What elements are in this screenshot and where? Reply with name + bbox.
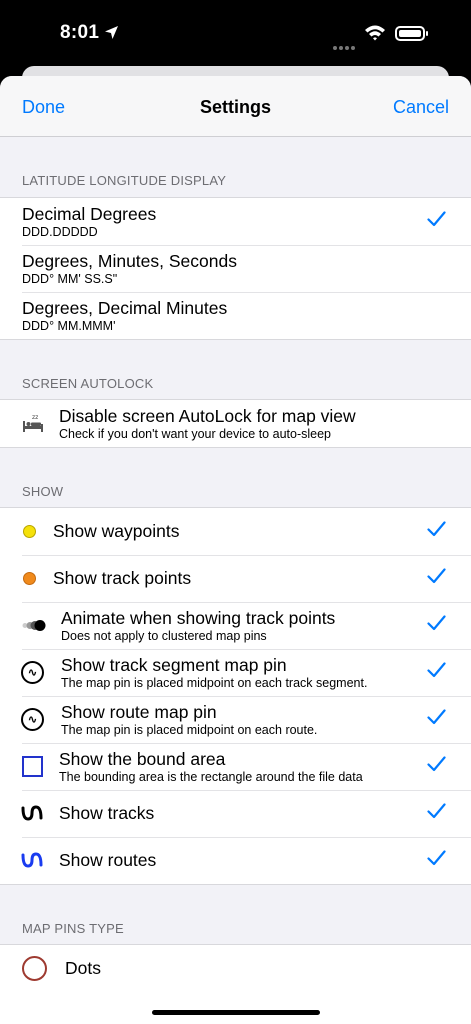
- option-degrees-decimal-minutes[interactable]: Degrees, Decimal Minutes DDD° MM.MMM': [0, 292, 471, 339]
- show-group: Show waypoints Show track points Animate…: [0, 507, 471, 885]
- row-title: Show tracks: [59, 803, 155, 823]
- row-title: Show waypoints: [53, 521, 180, 541]
- route-pin-icon: ∿: [21, 708, 44, 731]
- autolock-title: Disable screen AutoLock for map view: [59, 406, 356, 426]
- status-time: 8:01: [60, 22, 100, 43]
- checkmark-icon: [427, 521, 446, 542]
- bound-area-row[interactable]: Show the bound area The bounding area is…: [0, 743, 471, 790]
- checkmark-icon: [427, 850, 446, 871]
- row-title: Show routes: [59, 850, 157, 870]
- row-subtitle: The map pin is placed midpoint on each t…: [61, 676, 368, 690]
- autolock-subtitle: Check if you don't want your device to a…: [59, 427, 331, 441]
- section-header-autolock: SCREEN AUTOLOCK: [22, 376, 154, 391]
- row-subtitle: The map pin is placed midpoint on each r…: [61, 723, 318, 737]
- row-subtitle: The bounding area is the rectangle aroun…: [59, 770, 363, 784]
- row-text: Show route map pin The map pin is placed…: [0, 702, 317, 737]
- pin-type-dots-row[interactable]: Dots: [0, 945, 471, 992]
- section-header-show: SHOW: [22, 484, 64, 499]
- checkmark-icon: [427, 615, 446, 636]
- location-arrow-icon: [104, 25, 119, 45]
- battery-icon: [395, 26, 428, 41]
- option-decimal-degrees[interactable]: Decimal Degrees DDD.DDDDD: [0, 198, 471, 245]
- row-text: Show track segment map pin The map pin i…: [0, 655, 367, 690]
- bed-sleep-icon: zz: [22, 413, 44, 433]
- autolock-text: Disable screen AutoLock for map view Che…: [0, 406, 356, 441]
- latlon-group: Decimal Degrees DDD.DDDDD Degrees, Minut…: [0, 197, 471, 340]
- track-segment-pin-row[interactable]: ∿ Show track segment map pin The map pin…: [0, 649, 471, 696]
- checkmark-icon: [427, 568, 446, 589]
- show-track-points-row[interactable]: Show track points: [0, 555, 471, 602]
- bound-square-icon: [22, 756, 43, 777]
- row-text: Animate when showing track points Does n…: [0, 608, 335, 643]
- row-text: Dots: [0, 958, 101, 979]
- checkmark-icon: [427, 803, 446, 824]
- nav-bar: Done Settings Cancel: [0, 76, 471, 137]
- track-pin-icon: ∿: [21, 661, 44, 684]
- row-title: Show track points: [53, 568, 192, 588]
- section-header-map-pins: MAP PINS TYPE: [22, 921, 124, 936]
- checkmark-icon: [427, 662, 446, 683]
- status-bar: 8:01: [0, 0, 471, 66]
- row-title: Dots: [65, 958, 101, 978]
- ring-icon: [22, 956, 47, 981]
- option-subtitle: DDD.DDDDD: [22, 225, 98, 239]
- option-title: Decimal Degrees: [22, 204, 157, 224]
- row-text: Show the bound area The bounding area is…: [0, 749, 363, 784]
- show-waypoints-row[interactable]: Show waypoints: [0, 508, 471, 555]
- section-header-latlon: LATITUDE LONGITUDE DISPLAY: [22, 173, 227, 188]
- option-text: Degrees, Minutes, Seconds DDD° MM' SS.S": [0, 251, 237, 286]
- cellular-signal-icon: [333, 37, 357, 55]
- tracks-icon: [21, 804, 43, 822]
- animate-track-points-row[interactable]: Animate when showing track points Does n…: [0, 602, 471, 649]
- autolock-toggle-row[interactable]: zz Disable screen AutoLock for map view …: [0, 400, 471, 447]
- checkmark-icon: [427, 756, 446, 777]
- settings-sheet: Done Settings Cancel LATITUDE LONGITUDE …: [0, 76, 471, 1024]
- row-title: Show route map pin: [61, 702, 217, 722]
- option-text: Decimal Degrees DDD.DDDDD: [0, 204, 156, 239]
- row-title: Animate when showing track points: [61, 608, 336, 628]
- home-indicator: [152, 1010, 320, 1015]
- routes-icon: [21, 851, 43, 869]
- route-pin-row[interactable]: ∿ Show route map pin The map pin is plac…: [0, 696, 471, 743]
- show-tracks-row[interactable]: Show tracks: [0, 790, 471, 837]
- checkmark-icon: [427, 211, 446, 232]
- option-title: Degrees, Decimal Minutes: [22, 298, 228, 318]
- row-subtitle: Does not apply to clustered map pins: [61, 629, 267, 643]
- option-degrees-minutes-seconds[interactable]: Degrees, Minutes, Seconds DDD° MM' SS.S": [0, 245, 471, 292]
- wifi-icon: [364, 24, 386, 46]
- row-title: Show the bound area: [59, 749, 226, 769]
- row-title: Show track segment map pin: [61, 655, 287, 675]
- autolock-group: zz Disable screen AutoLock for map view …: [0, 399, 471, 448]
- option-text: Degrees, Decimal Minutes DDD° MM.MMM': [0, 298, 227, 333]
- option-subtitle: DDD° MM.MMM': [22, 319, 116, 333]
- animated-dots-icon: [22, 619, 46, 632]
- orange-dot-icon: [23, 572, 36, 585]
- yellow-dot-icon: [23, 525, 36, 538]
- option-subtitle: DDD° MM' SS.S": [22, 272, 118, 286]
- cancel-button[interactable]: Cancel: [393, 97, 449, 118]
- option-title: Degrees, Minutes, Seconds: [22, 251, 237, 271]
- checkmark-icon: [427, 709, 446, 730]
- svg-text:zz: zz: [32, 414, 38, 421]
- show-routes-row[interactable]: Show routes: [0, 837, 471, 884]
